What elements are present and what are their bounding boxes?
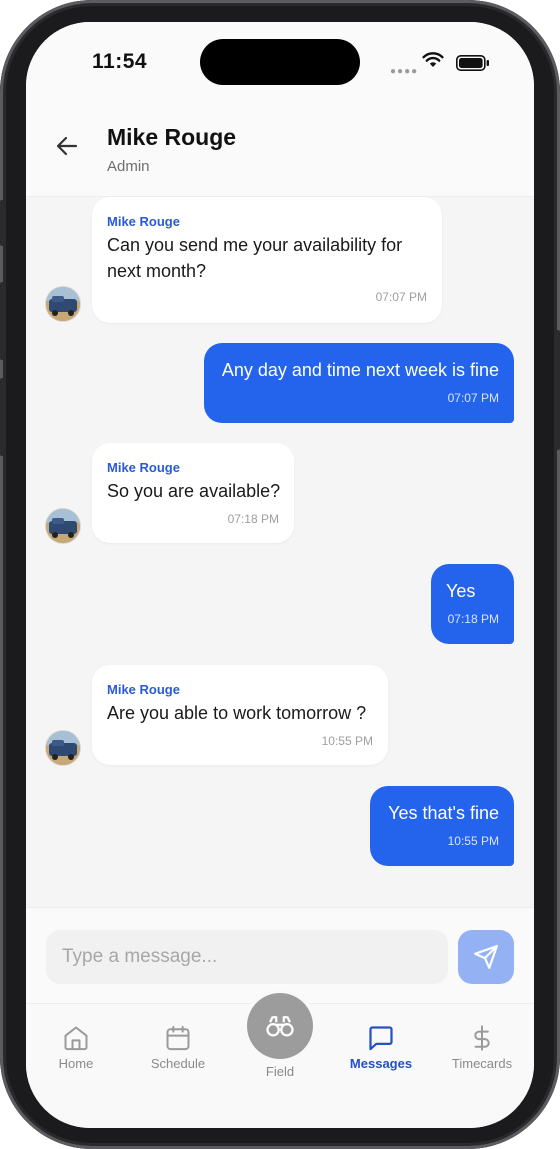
message-list[interactable]: Mike Rouge Can you send me your availabi…: [26, 197, 534, 907]
message-bubble-outgoing[interactable]: Any day and time next week is fine 07:07…: [204, 343, 514, 423]
message-text: Yes: [446, 581, 476, 601]
battery-icon: [456, 55, 489, 71]
send-icon: [474, 945, 498, 969]
contact-name: Mike Rouge: [107, 124, 237, 150]
tab-schedule[interactable]: Schedule: [128, 1024, 228, 1071]
message-sender: Mike Rouge: [107, 214, 180, 229]
tab-field-label: Field: [265, 1064, 295, 1079]
tab-messages-label: Messages: [349, 1056, 413, 1071]
dynamic-island: [200, 39, 360, 85]
message-time: 07:07 PM: [375, 290, 427, 304]
message-time: 07:07 PM: [447, 391, 499, 405]
phone-frame: 11:54 ●●●● Mike Rouge Admin Mike Rouge C…: [0, 0, 560, 1149]
back-arrow-icon[interactable]: [56, 136, 78, 156]
message-input[interactable]: [46, 930, 448, 984]
avatar: [46, 509, 80, 543]
avatar-photo-icon: [46, 287, 80, 321]
message-text: Yes that's fine: [388, 803, 499, 823]
message-bubble-incoming[interactable]: Mike Rouge Can you send me your availabi…: [92, 197, 442, 323]
message-sender: Mike Rouge: [107, 460, 180, 475]
message-time: 07:18 PM: [447, 612, 499, 626]
volume-down-button: [0, 378, 4, 456]
tab-timecards-label: Timecards: [451, 1056, 513, 1071]
message-bubble-incoming[interactable]: Mike Rouge Are you able to work tomorrow…: [92, 665, 388, 765]
dollar-icon: [474, 1025, 490, 1051]
message-text: Can you send me your availability for ne…: [107, 235, 403, 281]
tab-home[interactable]: Home: [26, 1024, 126, 1071]
message-bubble-outgoing[interactable]: Yes 07:18 PM: [431, 564, 514, 644]
status-bar: 11:54 ●●●●: [26, 22, 534, 100]
cellular-signal-icon: ●●●●: [390, 66, 419, 77]
tab-messages[interactable]: Messages: [331, 1024, 431, 1071]
chat-bubble-icon: [369, 1026, 393, 1051]
home-icon: [64, 1026, 88, 1051]
binoculars-icon: [266, 1016, 294, 1037]
field-button[interactable]: [247, 993, 313, 1059]
tab-timecards[interactable]: Timecards: [432, 1024, 532, 1071]
message-time: 10:55 PM: [321, 734, 373, 748]
tab-schedule-label: Schedule: [150, 1056, 206, 1071]
send-button[interactable]: [458, 930, 514, 984]
message-text: So you are available?: [107, 481, 281, 501]
app-screen: 11:54 ●●●● Mike Rouge Admin Mike Rouge C…: [26, 22, 534, 1128]
message-time: 07:18 PM: [227, 512, 279, 526]
avatar-photo-icon: [46, 731, 80, 765]
chat-header: Mike Rouge Admin: [26, 100, 534, 197]
message-text: Any day and time next week is fine: [221, 360, 499, 380]
mute-switch: [0, 200, 4, 246]
message-time: 10:55 PM: [447, 834, 499, 848]
volume-up-button: [0, 282, 4, 360]
message-text: Are you able to work tomorrow ?: [107, 703, 367, 723]
wifi-icon: [422, 52, 444, 67]
message-bubble-incoming[interactable]: Mike Rouge So you are available? 07:18 P…: [92, 443, 294, 543]
message-bubble-outgoing[interactable]: Yes that's fine 10:55 PM: [370, 786, 514, 866]
bottom-tab-bar: Home Schedule Field Messages Timecards: [26, 993, 534, 1128]
message-sender: Mike Rouge: [107, 682, 180, 697]
avatar: [46, 731, 80, 765]
avatar: [46, 287, 80, 321]
status-time: 11:54: [92, 50, 148, 73]
message-composer: [26, 907, 534, 1004]
contact-role: Admin: [107, 158, 150, 175]
calendar-icon: [166, 1025, 190, 1051]
power-button: [556, 330, 560, 450]
avatar-photo-icon: [46, 509, 80, 543]
tab-home-label: Home: [58, 1056, 94, 1071]
